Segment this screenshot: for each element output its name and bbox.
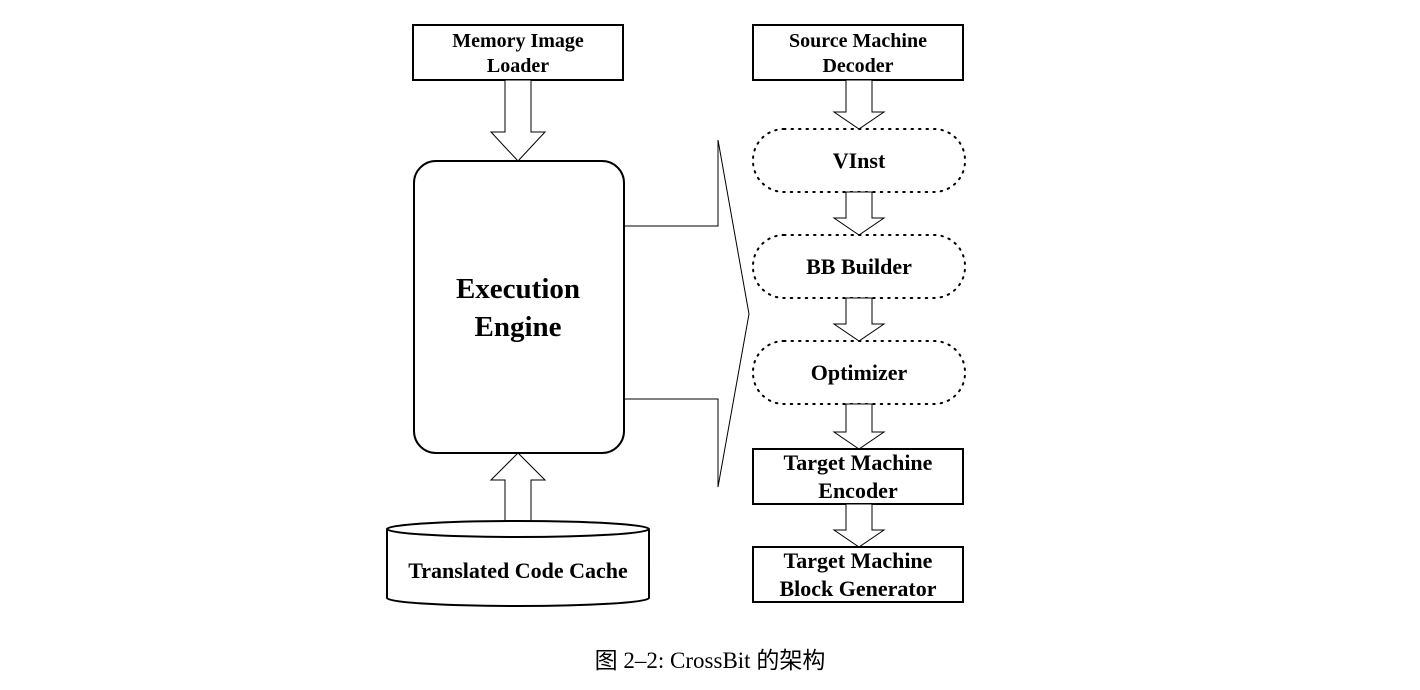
- execution-engine-node: Execution Engine: [413, 160, 625, 454]
- execution-engine-label-line1: Execution: [456, 273, 580, 305]
- cache-to-engine-arrow: [489, 452, 547, 523]
- bb-builder-to-optimizer-arrow: [832, 297, 886, 342]
- execution-engine-label-line2: Engine: [474, 311, 561, 343]
- vinst-to-bb-builder-arrow: [832, 191, 886, 236]
- target-machine-encoder-node: Target Machine Encoder: [752, 448, 964, 505]
- translated-code-cache-label: Translated Code Cache: [408, 558, 628, 583]
- optimizer-to-encoder-arrow: [832, 403, 886, 450]
- memory-image-loader-label-line1: Memory Image: [452, 30, 584, 52]
- source-machine-decoder-label-line1: Source Machine: [789, 30, 927, 52]
- memory-image-loader-node: Memory Image Loader: [412, 24, 624, 81]
- source-machine-decoder-label-line2: Decoder: [822, 55, 893, 77]
- block-generator-label-line2: Block Generator: [779, 576, 936, 601]
- engine-to-pipeline-bracket: [624, 139, 750, 488]
- encoder-to-block-generator-arrow: [832, 503, 886, 548]
- decoder-to-vinst-arrow: [832, 79, 886, 130]
- bb-builder-node: BB Builder: [752, 234, 966, 299]
- memory-image-loader-label-line2: Loader: [487, 55, 549, 77]
- optimizer-label: Optimizer: [811, 360, 908, 385]
- crossbit-architecture-diagram: Memory Image Loader Execution Engine Tra…: [386, 24, 966, 673]
- target-machine-block-generator-node: Target Machine Block Generator: [752, 546, 964, 603]
- vinst-node: VInst: [752, 128, 966, 193]
- bb-builder-label: BB Builder: [806, 254, 912, 279]
- vinst-label: VInst: [833, 148, 886, 173]
- target-machine-encoder-label-line1: Target Machine: [784, 450, 933, 475]
- block-generator-label-line1: Target Machine: [784, 548, 933, 573]
- target-machine-encoder-label-line2: Encoder: [818, 478, 898, 503]
- figure-caption: 图 2–2: CrossBit 的架构: [595, 648, 826, 673]
- loader-to-engine-arrow: [489, 79, 547, 162]
- source-machine-decoder-node: Source Machine Decoder: [752, 24, 964, 81]
- translated-code-cache-node: Translated Code Cache: [386, 520, 650, 607]
- optimizer-node: Optimizer: [752, 340, 966, 405]
